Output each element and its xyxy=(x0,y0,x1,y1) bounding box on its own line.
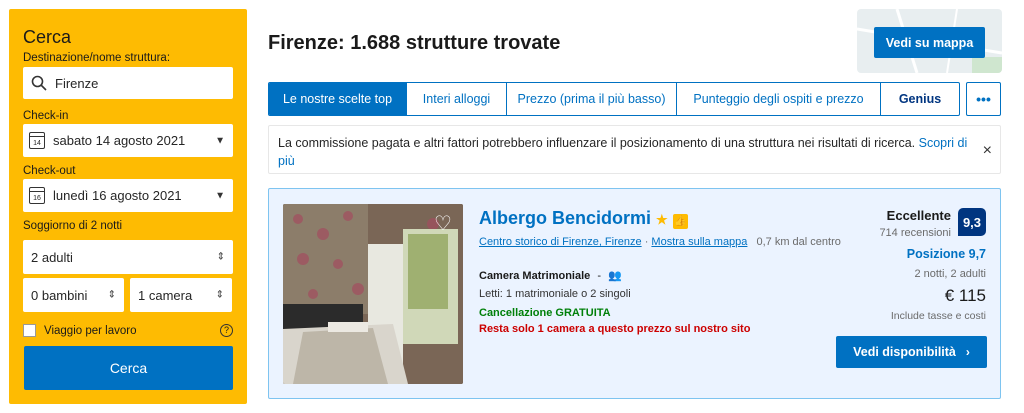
area-link[interactable]: Centro storico di Firenze, Firenze xyxy=(479,236,642,248)
location-score: Posizione 9,7 xyxy=(906,247,986,261)
search-button[interactable]: Cerca xyxy=(24,346,233,390)
scarcity-message: Resta solo 1 camera a questo prezzo sul … xyxy=(479,323,751,335)
destination-field[interactable]: Firenze xyxy=(23,67,233,99)
adults-select[interactable]: 2 adulti ⇕ xyxy=(23,240,233,274)
business-travel-row: Viaggio per lavoro ? xyxy=(23,324,233,337)
search-sidebar: Cerca Destinazione/nome struttura: Firen… xyxy=(9,9,247,404)
stay-length-label: Soggiorno di 2 notti xyxy=(23,220,123,232)
updown-icon: ⇕ xyxy=(216,251,225,263)
calendar-icon: 14 xyxy=(29,132,45,149)
beds-info: Letti: 1 matrimoniale o 2 singoli xyxy=(479,288,631,300)
children-value: 0 bambini xyxy=(31,287,88,303)
room-row: Camera Matrimoniale - 👥 xyxy=(479,269,622,282)
notice-text: La commissione pagata e altri fattori po… xyxy=(278,136,916,150)
see-availability-button[interactable]: Vedi disponibilità › xyxy=(836,336,987,368)
view-map-button[interactable]: Vedi su mappa xyxy=(874,27,985,58)
map-preview[interactable]: Vedi su mappa xyxy=(857,9,1002,73)
property-card: ♡ Albergo Bencidormi ★ 👍 Centro storico … xyxy=(268,188,1001,399)
separator: - xyxy=(597,270,601,282)
checkout-label: Check-out xyxy=(23,165,76,177)
location-row: Centro storico di Firenze, Firenze · Mos… xyxy=(479,236,841,248)
checkin-value: sabato 14 agosto 2021 xyxy=(53,133,186,148)
checkout-value: lunedì 16 agosto 2021 xyxy=(53,188,182,203)
rooms-value: 1 camera xyxy=(138,287,193,303)
tab-entire-homes[interactable]: Interi alloggi xyxy=(407,83,507,115)
close-icon[interactable]: × xyxy=(983,142,992,160)
tab-top-picks[interactable]: Le nostre scelte top xyxy=(269,83,407,115)
taxes-note: Include tasse e costi xyxy=(890,310,986,322)
search-icon xyxy=(31,75,47,91)
business-checkbox[interactable] xyxy=(23,324,36,337)
property-name[interactable]: Albergo Bencidormi xyxy=(479,208,651,228)
tab-price-low[interactable]: Prezzo (prima il più basso) xyxy=(507,83,677,115)
rating-word: Eccellente xyxy=(886,208,951,223)
tab-genius[interactable]: Genius xyxy=(881,83,959,115)
chevron-right-icon: › xyxy=(965,345,970,359)
checkin-label: Check-in xyxy=(23,110,69,122)
heart-icon[interactable]: ♡ xyxy=(431,212,455,236)
more-options-button[interactable]: ••• xyxy=(966,82,1001,116)
updown-icon: ⇕ xyxy=(215,289,224,301)
help-icon[interactable]: ? xyxy=(220,324,233,337)
rooms-select[interactable]: 1 camera ⇕ xyxy=(130,278,232,312)
updown-icon: ⇕ xyxy=(107,289,116,301)
search-title: Cerca xyxy=(23,27,72,47)
thumbs-up-icon: 👍 xyxy=(672,214,688,229)
destination-label: Destinazione/nome struttura: xyxy=(23,52,171,64)
results-heading: Firenze: 1.688 strutture trovate xyxy=(268,32,561,54)
review-count: 714 recensioni xyxy=(879,227,951,239)
calendar-icon: 16 xyxy=(29,187,45,204)
chevron-down-icon: ▼ xyxy=(215,135,225,146)
checkin-field[interactable]: 14 sabato 14 agosto 2021 ▼ xyxy=(23,124,233,157)
separator: · xyxy=(644,236,649,248)
distance: 0,7 km dal centro xyxy=(756,236,841,248)
property-name-row: Albergo Bencidormi ★ 👍 xyxy=(479,208,688,229)
business-label: Viaggio per lavoro xyxy=(44,324,137,337)
stay-summary: 2 notti, 2 adulti xyxy=(914,268,986,280)
checkout-field[interactable]: 16 lunedì 16 agosto 2021 ▼ xyxy=(23,179,233,212)
destination-value: Firenze xyxy=(55,75,99,91)
cta-label: Vedi disponibilità xyxy=(853,345,956,359)
free-cancellation: Cancellazione GRATUITA xyxy=(479,307,611,319)
chevron-down-icon: ▼ xyxy=(215,190,225,201)
show-map-link[interactable]: Mostra sulla mappa xyxy=(651,236,747,248)
property-photo[interactable]: ♡ xyxy=(283,204,463,384)
adults-value: 2 adulti xyxy=(31,249,73,265)
sort-tabs: Le nostre scelte top Interi alloggi Prez… xyxy=(268,82,960,116)
room-name: Camera Matrimoniale xyxy=(479,270,591,282)
children-select[interactable]: 0 bambini ⇕ xyxy=(23,278,124,312)
tab-guest-score-price[interactable]: Punteggio degli ospiti e prezzo xyxy=(677,83,881,115)
price: € 115 xyxy=(944,286,986,305)
ranking-notice: La commissione pagata e altri fattori po… xyxy=(268,125,1001,174)
guests-icon: 👥 xyxy=(608,270,622,282)
children-rooms-row: 0 bambini ⇕ 1 camera ⇕ xyxy=(23,278,233,312)
review-score-badge[interactable]: 9,3 xyxy=(958,208,986,236)
star-icon: ★ xyxy=(656,212,668,227)
